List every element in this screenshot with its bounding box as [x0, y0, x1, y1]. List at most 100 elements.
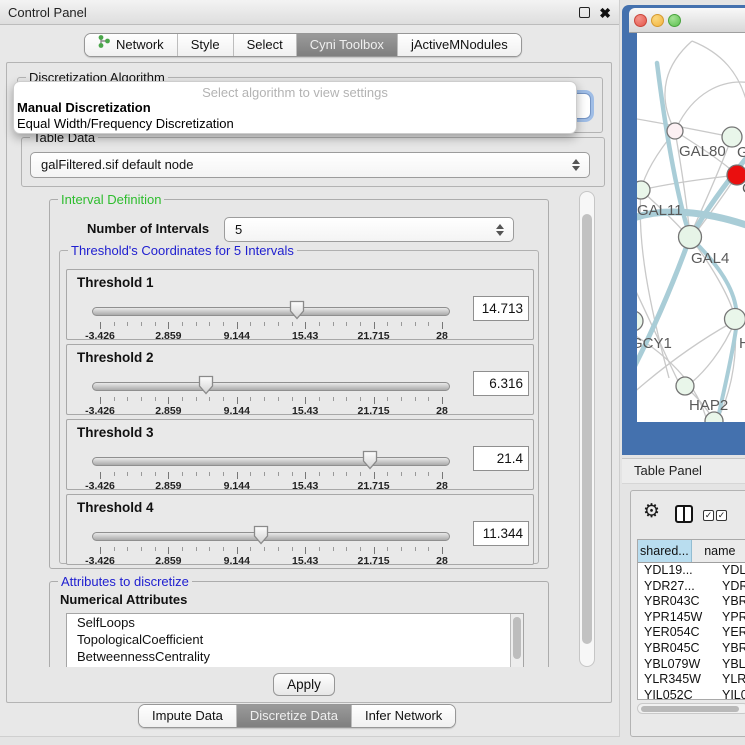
tab-style[interactable]: Style	[177, 34, 233, 56]
control-panel-window: Control Panel ✖ NetworkStyleSelectCyni T…	[0, 0, 620, 737]
slider-tick	[374, 472, 375, 479]
table-panel-title: Table Panel	[634, 459, 702, 483]
threshold-slider[interactable]: -3.4262.8599.14415.4321.71528	[92, 523, 450, 565]
slider-tick	[333, 547, 334, 551]
checkbox-icon[interactable]: ✓	[703, 510, 714, 521]
node-gal11[interactable]	[637, 181, 650, 199]
zoom-traffic-light[interactable]	[668, 14, 681, 27]
slider-thumb[interactable]	[198, 375, 214, 395]
slider-tick-label: 9.144	[224, 480, 250, 492]
tab-infer-network[interactable]: Infer Network	[351, 705, 455, 727]
threshold-value-field[interactable]: 6.316	[473, 371, 529, 396]
tab-impute-data[interactable]: Impute Data	[139, 705, 236, 727]
attributes-list[interactable]: SelfLoopsTopologicalCoefficientBetweenne…	[66, 613, 524, 667]
slider-tick	[141, 322, 142, 326]
slider-tick	[182, 397, 183, 401]
slider-tick	[278, 322, 279, 326]
number-of-intervals-combo[interactable]: 5	[224, 217, 514, 242]
table-row[interactable]: YIL052CYIL0	[638, 688, 745, 700]
algorithm-option-equal-width-frequency-discretization[interactable]: Equal Width/Frequency Discretization	[14, 116, 576, 132]
node-gcy1[interactable]	[637, 311, 643, 331]
scrollbar-thumb[interactable]	[641, 706, 739, 712]
table-data-combo[interactable]: galFiltered.sif default node	[30, 152, 590, 178]
panel-vertical-scrollbar[interactable]	[579, 191, 595, 667]
slider-tick-label: 28	[436, 555, 448, 567]
slider-tick-label: 15.43	[292, 330, 318, 342]
column-header-shared[interactable]: shared...	[638, 540, 692, 562]
label-gcy1: GCY1	[637, 335, 672, 352]
table-row[interactable]: YPR145WYPR1	[638, 610, 745, 626]
slider-thumb[interactable]	[253, 525, 269, 545]
tab-network[interactable]: Network	[85, 34, 177, 56]
slider-tick	[333, 472, 334, 476]
slider-tick-label: 21.715	[358, 555, 390, 567]
attributes-list-scrollbar[interactable]	[510, 614, 523, 667]
table-row[interactable]: YBR043CYBR0	[638, 594, 745, 610]
close-icon[interactable]: ✖	[599, 1, 611, 26]
slider-tick	[100, 472, 101, 479]
slider-tick	[196, 547, 197, 551]
threshold-value-field[interactable]: 11.344	[473, 521, 529, 546]
slider-thumb[interactable]	[362, 450, 378, 470]
threshold-value-field[interactable]: 21.4	[473, 446, 529, 471]
network-canvas[interactable]: GAL80 G C GAL11 GAL4 GCY1 H HAP2	[637, 33, 745, 422]
minimize-traffic-light[interactable]	[651, 14, 664, 27]
table-horizontal-scrollbar[interactable]	[637, 703, 745, 714]
float-window-icon[interactable]	[579, 7, 590, 18]
slider-tick	[401, 472, 402, 476]
slider-tick	[223, 547, 224, 551]
tab-select[interactable]: Select	[233, 34, 296, 56]
node-gal80[interactable]	[667, 123, 683, 139]
slider-track[interactable]	[92, 457, 450, 466]
slider-tick-label: -3.426	[85, 330, 115, 342]
tab-discretize-data[interactable]: Discretize Data	[236, 705, 351, 727]
split-columns-icon[interactable]	[675, 505, 693, 523]
slider-tick	[319, 547, 320, 551]
table-row[interactable]: YBL079WYBL0	[638, 657, 745, 673]
checkbox-icon[interactable]: ✓	[716, 510, 727, 521]
apply-button[interactable]: Apply	[273, 673, 335, 696]
table-row[interactable]: YLR345WYLR3	[638, 672, 745, 688]
table-row[interactable]: YDL19...YDL1	[638, 563, 745, 579]
slider-tick	[346, 547, 347, 551]
slider-tick-label: 2.859	[155, 480, 181, 492]
slider-tick	[346, 322, 347, 326]
slider-tick	[209, 322, 210, 326]
tab-label: Infer Network	[365, 705, 442, 727]
node-hap2[interactable]	[676, 377, 694, 395]
threshold-panel-3: Threshold 3-3.4262.8599.14415.4321.71528…	[66, 419, 534, 490]
cell-shared-name: YBL079W	[638, 657, 714, 673]
threshold-slider[interactable]: -3.4262.8599.14415.4321.71528	[92, 373, 450, 415]
slider-thumb[interactable]	[289, 300, 305, 320]
table-row[interactable]: YBR045CYBR0	[638, 641, 745, 657]
slider-tick	[292, 547, 293, 551]
table-row[interactable]: YDR27...YDR2	[638, 579, 745, 595]
slider-tick	[155, 547, 156, 551]
threshold-slider[interactable]: -3.4262.8599.14415.4321.71528	[92, 298, 450, 340]
gear-icon[interactable]: ⚙	[643, 500, 660, 522]
node-h[interactable]	[725, 309, 745, 330]
threshold-slider[interactable]: -3.4262.8599.14415.4321.71528	[92, 448, 450, 490]
close-traffic-light[interactable]	[634, 14, 647, 27]
attribute-item-selfloops[interactable]: SelfLoops	[67, 614, 523, 631]
slider-tick	[428, 472, 429, 476]
slider-tick	[374, 397, 375, 404]
slider-tick	[100, 397, 101, 404]
label-hap2: HAP2	[689, 397, 728, 414]
attribute-item-topologicalcoefficient[interactable]: TopologicalCoefficient	[67, 631, 523, 648]
tab-jactivemnodules[interactable]: jActiveMNodules	[397, 34, 521, 56]
node-gal4[interactable]	[679, 226, 702, 249]
attributes-title: Attributes to discretize	[58, 574, 192, 589]
table-body: YDL19...YDL1YDR27...YDR2YBR043CYBR0YPR14…	[638, 563, 745, 700]
slider-track[interactable]	[92, 382, 450, 391]
slider-track[interactable]	[92, 532, 450, 541]
algorithm-option-manual-discretization[interactable]: Manual Discretization	[14, 100, 576, 116]
scrollbar-thumb[interactable]	[582, 214, 592, 644]
attribute-item-betweennesscentrality[interactable]: BetweennessCentrality	[67, 648, 523, 665]
threshold-value-field[interactable]: 14.713	[473, 296, 529, 321]
table-row[interactable]: YER054CYER0	[638, 625, 745, 641]
column-header-name[interactable]: name	[692, 540, 745, 562]
slider-track[interactable]	[92, 307, 450, 316]
tab-cyni-toolbox[interactable]: Cyni Toolbox	[296, 34, 397, 56]
network-window-titlebar[interactable]	[629, 8, 745, 33]
